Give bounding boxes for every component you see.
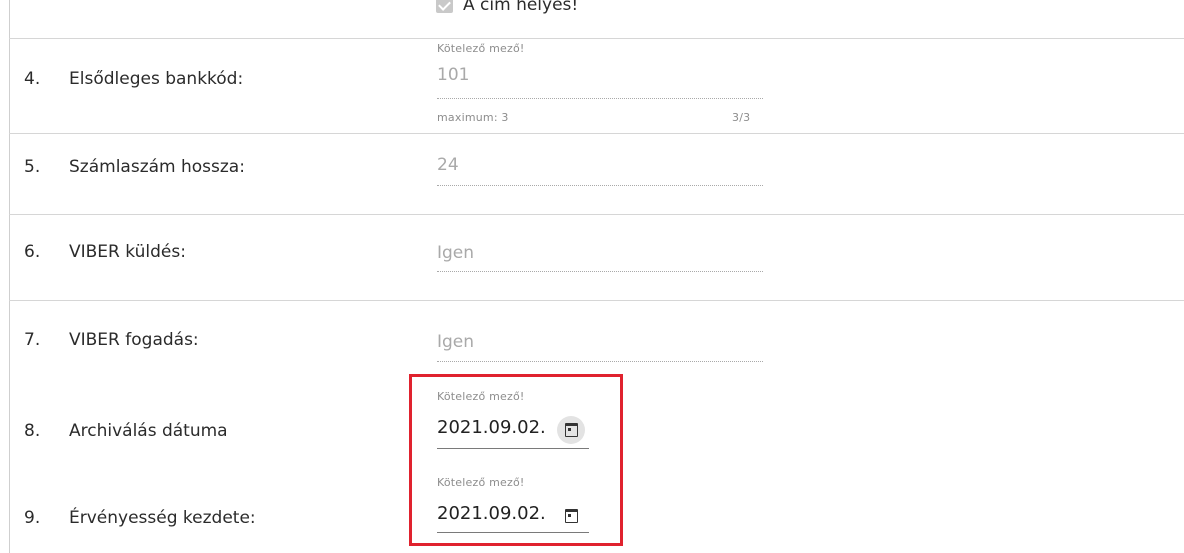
- date-field-underline: [437, 448, 589, 449]
- row-divider: [9, 214, 1184, 215]
- form-left-border: [9, 0, 10, 553]
- field-underline: [437, 271, 763, 272]
- validity-start-date-input[interactable]: 2021.09.02.: [437, 503, 546, 524]
- date-field-underline: [437, 532, 589, 533]
- row-divider: [9, 133, 1184, 134]
- required-hint: Kötelező mező!: [437, 42, 525, 55]
- account-number-length-field: 24: [437, 155, 459, 175]
- account-number-length-label: Számlaszám hossza:: [69, 157, 245, 177]
- row-divider: [9, 300, 1184, 301]
- max-length-hint: maximum: 3: [437, 111, 509, 124]
- viber-receive-label: VIBER fogadás:: [69, 330, 199, 350]
- field-underline: [437, 185, 763, 186]
- row-number: 7.: [24, 330, 41, 350]
- validity-start-date-picker-button[interactable]: [557, 502, 585, 530]
- required-hint: Kötelező mező!: [437, 390, 525, 403]
- viber-send-field: Igen: [437, 243, 475, 263]
- validity-start-label: Érvényesség kezdete:: [69, 508, 256, 528]
- archive-date-picker-button[interactable]: [557, 416, 585, 444]
- row-number: 8.: [24, 421, 41, 441]
- archive-date-input[interactable]: 2021.09.02.: [437, 417, 546, 438]
- required-hint: Kötelező mező!: [437, 476, 525, 489]
- row-number: 6.: [24, 242, 41, 262]
- row-number: 5.: [24, 157, 41, 177]
- address-correct-label: A cím helyes!: [463, 0, 579, 15]
- address-correct-checkbox-row[interactable]: A cím helyes!: [436, 0, 578, 18]
- primary-bank-code-label: Elsődleges bankkód:: [69, 69, 244, 89]
- checkmark-icon[interactable]: [436, 0, 453, 13]
- row-number: 4.: [24, 69, 41, 89]
- char-counter: 3/3: [732, 111, 751, 124]
- calendar-icon: [564, 423, 578, 437]
- calendar-icon: [564, 509, 578, 523]
- viber-receive-field: Igen: [437, 332, 475, 352]
- viber-send-label: VIBER küldés:: [69, 242, 186, 262]
- archive-date-label: Archiválás dátuma: [69, 421, 228, 441]
- primary-bank-code-field: 101: [437, 65, 470, 85]
- row-divider: [9, 38, 1184, 39]
- field-underline: [437, 361, 763, 362]
- field-underline: [437, 98, 763, 99]
- row-number: 9.: [24, 508, 41, 528]
